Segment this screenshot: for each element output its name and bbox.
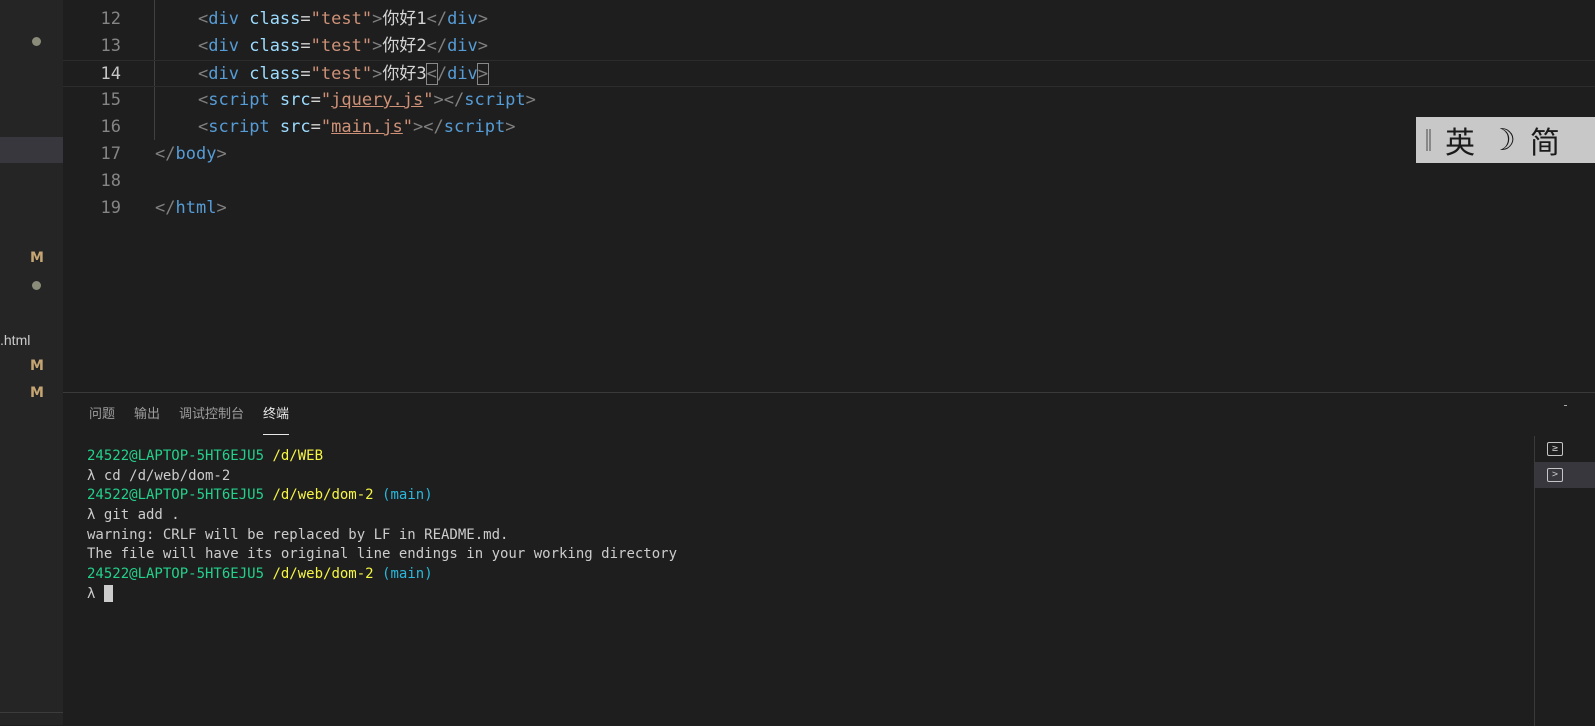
- line-number: 18: [100, 171, 121, 191]
- unsaved-dot-icon: [32, 37, 41, 46]
- drag-handle-icon[interactable]: [1426, 129, 1431, 151]
- code-line[interactable]: 18: [63, 168, 1595, 195]
- line-number: 12: [100, 9, 121, 29]
- file-link[interactable]: main.js: [331, 117, 403, 137]
- code-text[interactable]: <script src="main.js"></script>: [198, 114, 515, 141]
- line-number: 15: [100, 90, 121, 110]
- line-number: 14: [100, 64, 121, 84]
- ime-language-toggle[interactable]: 英: [1445, 118, 1475, 162]
- panel-action-icon[interactable]: [1564, 405, 1567, 416]
- tab-output[interactable]: 输出: [134, 393, 160, 435]
- divider: [0, 712, 63, 713]
- terminal-icon: >: [1547, 468, 1563, 482]
- tab-debug-console[interactable]: 调试控制台: [179, 393, 244, 435]
- terminal-prompt-line: 24522@LAPTOP-5HT6EJU5 /d/WEB: [87, 448, 324, 464]
- code-line[interactable]: 15 <script src="jquery.js"></script>: [63, 87, 1595, 114]
- terminal-prompt-line: 24522@LAPTOP-5HT6EJU5 /d/web/dom-2 (main…: [87, 487, 433, 504]
- terminal-instance-selected[interactable]: >: [1535, 462, 1595, 488]
- terminal-instance[interactable]: ≥: [1535, 436, 1595, 462]
- tab-problems[interactable]: 问题: [89, 393, 115, 435]
- code-text[interactable]: </body>: [155, 141, 227, 168]
- code-text[interactable]: <div class="test">你好2</div>: [198, 33, 488, 60]
- terminal-line: λ git add .: [87, 507, 180, 524]
- code-line[interactable]: 12 <div class="test">你好1</div>: [63, 6, 1595, 33]
- line-number: 13: [100, 36, 121, 56]
- ime-toolbar[interactable]: 英 ☽ 简: [1416, 117, 1595, 163]
- unsaved-dot-icon: [32, 281, 41, 290]
- explorer-file-name[interactable]: .html: [0, 332, 30, 348]
- line-number: 17: [100, 144, 121, 164]
- terminal-prompt-line: 24522@LAPTOP-5HT6EJU5 /d/web/dom-2 (main…: [87, 566, 433, 583]
- ime-charset-toggle[interactable]: 简: [1530, 118, 1560, 162]
- moon-icon[interactable]: ☽: [1489, 123, 1516, 158]
- code-line-current[interactable]: 14 <div class="test">你好3</div>: [63, 60, 1595, 87]
- code-text[interactable]: <div class="test">你好1</div>: [198, 6, 488, 33]
- code-line[interactable]: 17 </body>: [63, 141, 1595, 168]
- explorer-sidebar: M .html M M: [0, 0, 63, 725]
- terminal-line: warning: CRLF will be replaced by LF in …: [87, 526, 509, 543]
- terminal-input-line[interactable]: λ: [87, 585, 677, 605]
- file-link[interactable]: jquery.js: [331, 90, 423, 110]
- code-text[interactable]: <script src="jquery.js"></script>: [198, 87, 536, 114]
- code-editor[interactable]: 12 <div class="test">你好1</div> 13 <div c…: [63, 0, 1595, 392]
- line-number: 16: [100, 117, 121, 137]
- git-modified-badge: M: [30, 358, 44, 374]
- terminal-instance-list: ≥ >: [1534, 436, 1595, 726]
- tab-terminal[interactable]: 终端: [263, 393, 290, 435]
- bottom-panel: 问题 输出 调试控制台 终端 24522@LAPTOP-5HT6EJU5 /d/…: [63, 392, 1595, 726]
- panel-tabs: 问题 输出 调试控制台 终端: [89, 393, 308, 435]
- git-modified-badge: M: [30, 250, 44, 266]
- code-line[interactable]: 13 <div class="test">你好2</div>: [63, 33, 1595, 60]
- code-line[interactable]: 19 </html>: [63, 195, 1595, 222]
- code-text[interactable]: <div class="test">你好3</div>: [198, 61, 490, 88]
- terminal-output[interactable]: 24522@LAPTOP-5HT6EJU5 /d/WEB λ cd /d/web…: [87, 447, 677, 605]
- git-modified-badge: M: [30, 385, 44, 401]
- terminal-line: λ cd /d/web/dom-2: [87, 467, 231, 484]
- terminal-icon: ≥: [1547, 442, 1563, 456]
- explorer-selected-row[interactable]: [0, 137, 63, 163]
- terminal-cursor: [103, 585, 113, 603]
- terminal-line: The file will have its original line end…: [87, 546, 678, 563]
- code-text[interactable]: </html>: [155, 195, 227, 222]
- code-line[interactable]: 16 <script src="main.js"></script>: [63, 114, 1595, 141]
- line-number: 19: [100, 198, 121, 218]
